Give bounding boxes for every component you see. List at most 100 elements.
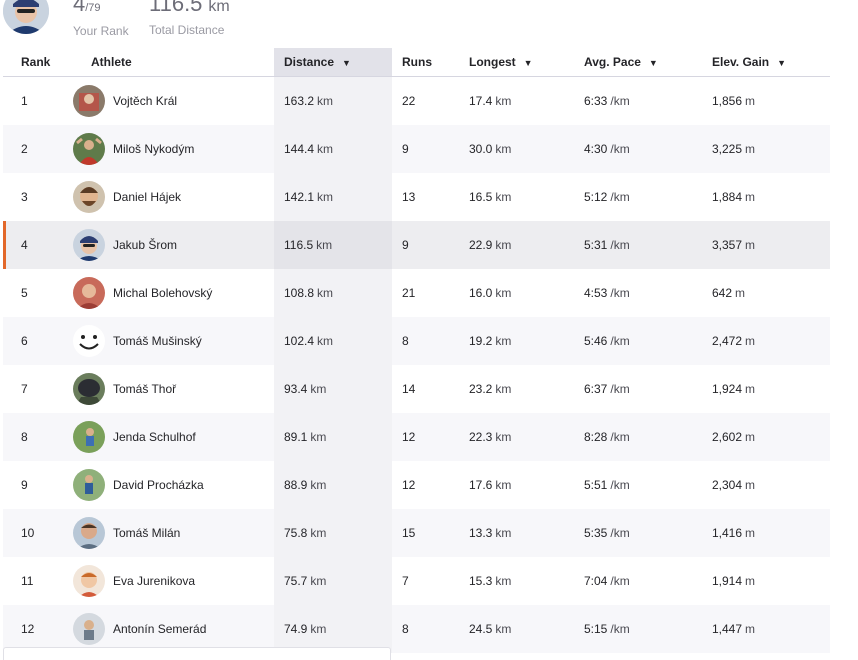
athlete-avatar[interactable] <box>73 421 105 453</box>
footer-panel <box>3 647 391 660</box>
athlete-avatar[interactable] <box>73 565 105 597</box>
athlete-avatar[interactable] <box>73 85 105 117</box>
distance-cell: 89.1 km <box>274 413 392 461</box>
rank-label: Your Rank <box>73 24 129 38</box>
elev-cell: 1,416 m <box>702 509 830 557</box>
athlete-name-link[interactable]: Miloš Nykodým <box>113 142 194 156</box>
pace-unit: /km <box>610 238 630 252</box>
athlete-avatar[interactable] <box>73 133 105 165</box>
header-distance[interactable]: Distance ▼ <box>274 48 392 77</box>
header-longest-label: Longest <box>469 55 516 69</box>
distance-label: Total Distance <box>149 23 225 37</box>
athlete-name-link[interactable]: Vojtěch Král <box>113 94 177 108</box>
header-athlete[interactable]: Athlete <box>73 48 274 77</box>
pace-cell: 5:15/km <box>574 605 702 653</box>
longest-cell: 13.3 km <box>459 509 574 557</box>
elev-unit: m <box>745 142 756 156</box>
your-rank-stat: 4/79 Your Rank <box>73 0 129 38</box>
athlete-name-link[interactable]: Antonín Semerád <box>113 622 206 636</box>
distance-unit: km <box>310 478 327 492</box>
my-avatar[interactable] <box>3 0 49 34</box>
distance-value: 116.5 <box>149 0 203 16</box>
athlete-name-link[interactable]: David Procházka <box>113 478 204 492</box>
distance-cell: 116.5 km <box>274 221 392 269</box>
pace-value: 4:30 <box>584 142 608 156</box>
elev-value: 1,924 <box>712 382 743 396</box>
pace-value: 7:04 <box>584 574 608 588</box>
athlete-avatar[interactable] <box>73 229 105 261</box>
athlete-name-link[interactable]: Tomáš Thoř <box>113 382 176 396</box>
elev-value: 1,884 <box>712 190 743 204</box>
elev-unit: m <box>745 238 756 252</box>
longest-value: 17.6 <box>469 478 493 492</box>
pace-value: 5:35 <box>584 526 608 540</box>
header-rank[interactable]: Rank <box>3 48 73 77</box>
runs-cell: 14 <box>402 382 416 396</box>
rank-cell: 1 <box>21 94 28 108</box>
summary-bar: 4/79 Your Rank 116.5 km Total Distance <box>0 0 858 48</box>
elev-unit: m <box>745 334 756 348</box>
elev-value: 2,472 <box>712 334 743 348</box>
pace-unit: /km <box>610 94 630 108</box>
longest-unit: km <box>495 574 512 588</box>
elev-cell: 3,225 m <box>702 125 830 173</box>
runs-cell: 12 <box>392 413 459 461</box>
athlete-avatar[interactable] <box>73 373 105 405</box>
elev-cell: 1,856 m <box>702 77 830 126</box>
athlete-name-link[interactable]: Daniel Hájek <box>113 190 181 204</box>
pace-value: 6:37 <box>584 382 608 396</box>
elev-cell: 2,472 m <box>702 317 830 365</box>
athlete-cell: Jenda Schulhof <box>73 413 274 461</box>
athlete-name-link[interactable]: Jakub Šrom <box>113 238 177 252</box>
elev-cell: 642 m <box>702 269 830 317</box>
pace-cell: 5:12/km <box>574 173 702 221</box>
rank-cell: 3 <box>21 190 28 204</box>
longest-unit: km <box>495 622 512 636</box>
athlete-cell: Eva Jurenikova <box>73 557 274 605</box>
elev-unit: m <box>735 286 746 300</box>
athlete-avatar[interactable] <box>73 277 105 309</box>
elev-value: 642 <box>712 286 733 300</box>
distance-unit: km <box>208 0 230 15</box>
table-row: 11 Eva Jurenikova 75.7 km 7 15.3 km 7:04/km 1,91… <box>3 557 830 605</box>
distance-value: 142.1 <box>284 190 315 204</box>
distance-value: 88.9 <box>284 478 308 492</box>
elev-value: 1,914 <box>712 574 743 588</box>
distance-unit: km <box>317 334 334 348</box>
header-longest[interactable]: Longest ▼ <box>459 48 574 77</box>
pace-value: 5:15 <box>584 622 608 636</box>
athlete-cell: Michal Bolehovský <box>73 269 274 317</box>
table-header-row: Rank Athlete Distance ▼ Runs Longest ▼ Avg… <box>3 48 830 77</box>
pace-value: 8:28 <box>584 430 608 444</box>
header-runs[interactable]: Runs <box>392 48 459 77</box>
longest-unit: km <box>495 190 512 204</box>
athlete-name-link[interactable]: Michal Bolehovský <box>113 286 212 300</box>
athlete-avatar[interactable] <box>73 517 105 549</box>
distance-unit: km <box>316 238 333 252</box>
athlete-name-link[interactable]: Tomáš Milán <box>113 526 180 540</box>
longest-cell: 15.3 km <box>459 557 574 605</box>
athlete-avatar[interactable] <box>73 469 105 501</box>
pace-cell: 6:37/km <box>574 365 702 413</box>
athlete-avatar[interactable] <box>73 613 105 645</box>
elev-unit: m <box>745 190 756 204</box>
runs-cell: 9 <box>392 125 459 173</box>
athlete-name-link[interactable]: Tomáš Mušinský <box>113 334 202 348</box>
pace-cell: 5:46/km <box>574 317 702 365</box>
sort-down-icon: ▼ <box>777 58 787 68</box>
athlete-cell: Daniel Hájek <box>73 173 274 221</box>
athlete-name-link[interactable]: Jenda Schulhof <box>113 430 196 444</box>
distance-value: 102.4 <box>284 334 315 348</box>
header-elev[interactable]: Elev. Gain ▼ <box>702 48 830 77</box>
athlete-cell: Miloš Nykodým <box>73 125 274 173</box>
athlete-avatar[interactable] <box>73 325 105 357</box>
pace-cell: 5:35/km <box>574 509 702 557</box>
athlete-avatar[interactable] <box>73 181 105 213</box>
runs-cell: 15 <box>392 509 459 557</box>
athlete-name-link[interactable]: Eva Jurenikova <box>113 574 195 588</box>
sort-down-icon: ▼ <box>648 58 658 68</box>
pace-cell: 7:04/km <box>574 557 702 605</box>
distance-value: 108.8 <box>284 286 315 300</box>
distance-value: 89.1 <box>284 430 308 444</box>
header-pace[interactable]: Avg. Pace ▼ <box>574 48 702 77</box>
